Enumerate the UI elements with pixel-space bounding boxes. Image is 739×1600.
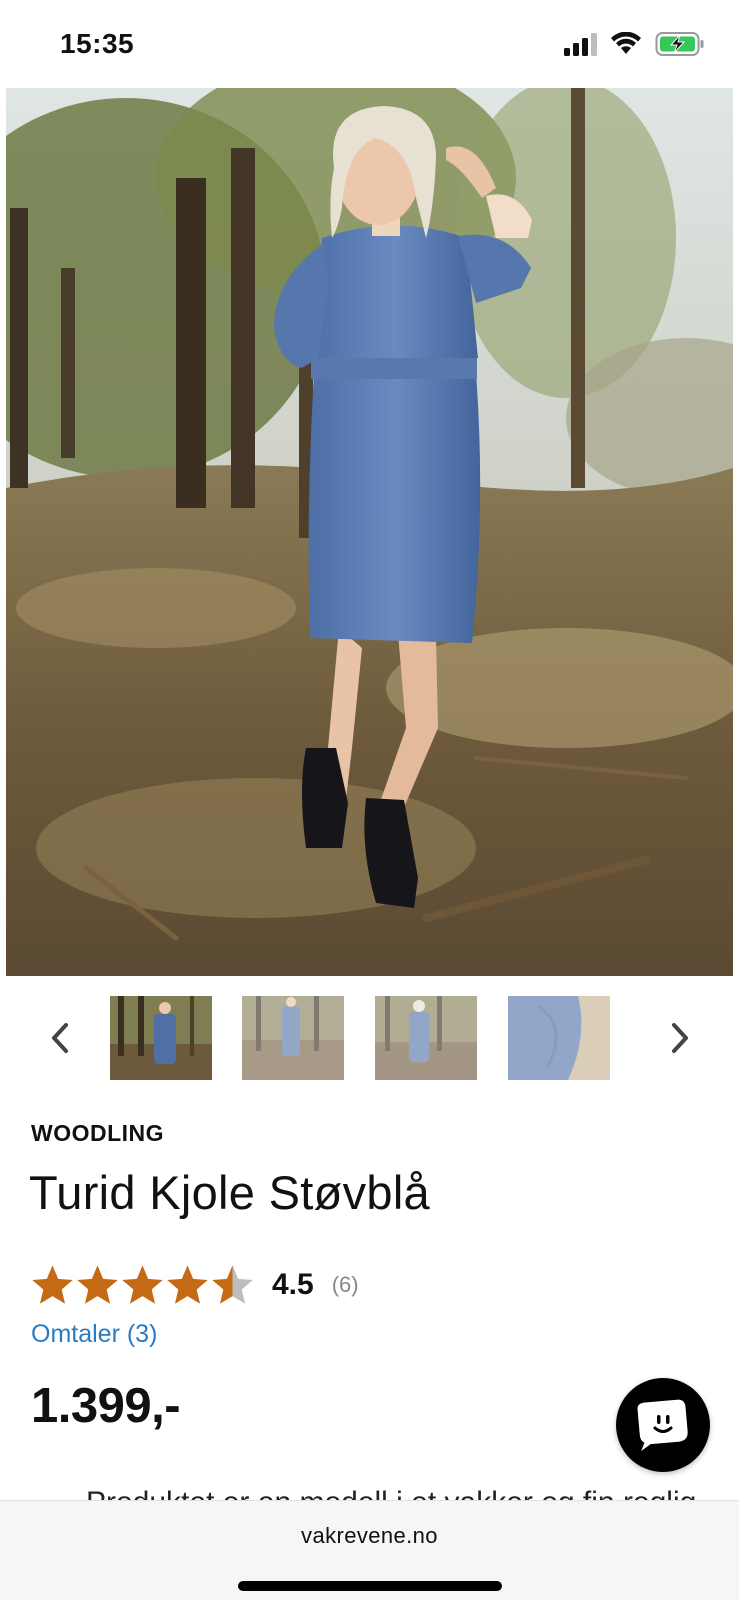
product-main-image[interactable] [6, 88, 733, 976]
browser-address-bar: vakrevene.no [0, 1500, 739, 1600]
star-icon [167, 1265, 208, 1304]
star-icon [122, 1265, 163, 1304]
chevron-right-icon [672, 1023, 688, 1053]
thumbnail-3[interactable] [375, 996, 477, 1080]
status-bar: 15:35 [0, 0, 739, 88]
carousel-next-button[interactable] [660, 1018, 700, 1058]
signal-icon [564, 33, 597, 56]
thumb-image [375, 996, 477, 1080]
star-icon [77, 1265, 118, 1304]
product-brand[interactable]: WOODLING [31, 1120, 164, 1147]
star-icon [32, 1265, 73, 1304]
chat-button[interactable] [616, 1378, 710, 1472]
thumbnail-1[interactable] [110, 996, 212, 1080]
product-price: 1.399,- [31, 1379, 181, 1433]
product-page: 15:35 WOODLING Turid Kjole Støvblå 4.5 (… [0, 0, 739, 1600]
status-time: 15:35 [60, 28, 135, 59]
rating-summary[interactable]: 4.5 (6) [30, 1262, 359, 1308]
thumbnail-2[interactable] [242, 996, 344, 1080]
carousel-prev-button[interactable] [40, 1018, 80, 1058]
star-rating [30, 1262, 255, 1308]
status-icons [563, 31, 705, 57]
home-indicator[interactable] [238, 1581, 502, 1591]
star-half-icon [212, 1265, 253, 1304]
chat-bubble-icon [637, 1399, 688, 1451]
thumbnail-carousel [0, 996, 739, 1080]
chevron-left-icon [52, 1023, 68, 1053]
battery-charging-icon [655, 32, 704, 56]
reviews-link[interactable]: Omtaler (3) [31, 1320, 157, 1349]
rating-value: 4.5 [272, 1268, 314, 1301]
thumb-image [110, 996, 212, 1080]
thumb-image [508, 996, 610, 1080]
hero-illustration [6, 88, 733, 976]
rating-count: (6) [331, 1272, 359, 1297]
thumb-image [242, 996, 344, 1080]
url-label[interactable]: vakrevene.no [0, 1523, 739, 1549]
thumbnail-4[interactable] [508, 996, 610, 1080]
product-title: Turid Kjole Støvblå [29, 1166, 431, 1219]
wifi-icon [611, 32, 641, 54]
